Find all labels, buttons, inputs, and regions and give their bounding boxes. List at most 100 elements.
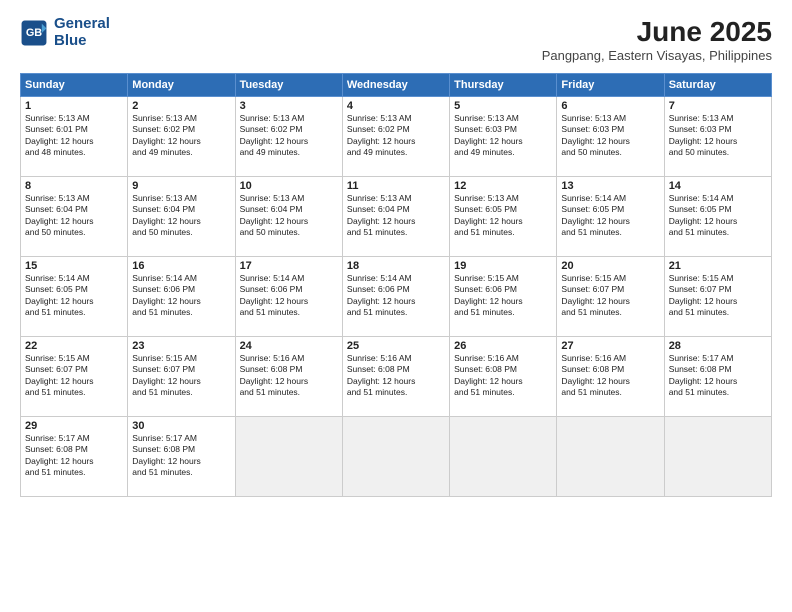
calendar-week-row: 15Sunrise: 5:14 AMSunset: 6:05 PMDayligh… [21,257,772,337]
cell-info: Sunrise: 5:13 AMSunset: 6:02 PMDaylight:… [240,113,338,159]
calendar-cell: 25Sunrise: 5:16 AMSunset: 6:08 PMDayligh… [342,337,449,417]
cell-info: Sunrise: 5:13 AMSunset: 6:04 PMDaylight:… [25,193,123,239]
calendar-cell: 14Sunrise: 5:14 AMSunset: 6:05 PMDayligh… [664,177,771,257]
cell-info: Sunrise: 5:16 AMSunset: 6:08 PMDaylight:… [240,353,338,399]
cell-info: Sunrise: 5:14 AMSunset: 6:05 PMDaylight:… [561,193,659,239]
calendar-day-header: Monday [128,74,235,97]
logo-text: General Blue [54,16,110,49]
calendar-cell: 21Sunrise: 5:15 AMSunset: 6:07 PMDayligh… [664,257,771,337]
day-number: 30 [132,420,230,432]
calendar-cell: 17Sunrise: 5:14 AMSunset: 6:06 PMDayligh… [235,257,342,337]
calendar-day-header: Wednesday [342,74,449,97]
cell-info: Sunrise: 5:13 AMSunset: 6:03 PMDaylight:… [561,113,659,159]
day-number: 25 [347,340,445,352]
cell-info: Sunrise: 5:15 AMSunset: 6:07 PMDaylight:… [561,273,659,319]
cell-info: Sunrise: 5:13 AMSunset: 6:04 PMDaylight:… [132,193,230,239]
cell-info: Sunrise: 5:17 AMSunset: 6:08 PMDaylight:… [132,433,230,479]
calendar-cell: 30Sunrise: 5:17 AMSunset: 6:08 PMDayligh… [128,417,235,497]
day-number: 19 [454,260,552,272]
cell-info: Sunrise: 5:15 AMSunset: 6:07 PMDaylight:… [132,353,230,399]
calendar-cell: 13Sunrise: 5:14 AMSunset: 6:05 PMDayligh… [557,177,664,257]
calendar-cell: 15Sunrise: 5:14 AMSunset: 6:05 PMDayligh… [21,257,128,337]
day-number: 23 [132,340,230,352]
calendar-cell: 28Sunrise: 5:17 AMSunset: 6:08 PMDayligh… [664,337,771,417]
logo-line1: General [54,16,110,33]
month-title: June 2025 [542,16,772,48]
day-number: 13 [561,180,659,192]
day-number: 16 [132,260,230,272]
cell-info: Sunrise: 5:13 AMSunset: 6:05 PMDaylight:… [454,193,552,239]
calendar-cell: 11Sunrise: 5:13 AMSunset: 6:04 PMDayligh… [342,177,449,257]
calendar-cell: 12Sunrise: 5:13 AMSunset: 6:05 PMDayligh… [450,177,557,257]
day-number: 28 [669,340,767,352]
calendar-cell: 16Sunrise: 5:14 AMSunset: 6:06 PMDayligh… [128,257,235,337]
cell-info: Sunrise: 5:14 AMSunset: 6:05 PMDaylight:… [25,273,123,319]
calendar-day-header: Saturday [664,74,771,97]
calendar-cell: 6Sunrise: 5:13 AMSunset: 6:03 PMDaylight… [557,97,664,177]
day-number: 18 [347,260,445,272]
location-title: Pangpang, Eastern Visayas, Philippines [542,48,772,63]
day-number: 3 [240,100,338,112]
calendar-cell: 27Sunrise: 5:16 AMSunset: 6:08 PMDayligh… [557,337,664,417]
svg-text:GB: GB [26,27,42,39]
day-number: 5 [454,100,552,112]
cell-info: Sunrise: 5:14 AMSunset: 6:06 PMDaylight:… [132,273,230,319]
day-number: 9 [132,180,230,192]
calendar-cell: 22Sunrise: 5:15 AMSunset: 6:07 PMDayligh… [21,337,128,417]
logo-line2: Blue [54,33,110,50]
calendar-cell [557,417,664,497]
day-number: 26 [454,340,552,352]
calendar-cell: 24Sunrise: 5:16 AMSunset: 6:08 PMDayligh… [235,337,342,417]
logo-icon: GB [20,19,48,47]
cell-info: Sunrise: 5:13 AMSunset: 6:04 PMDaylight:… [240,193,338,239]
calendar-cell: 5Sunrise: 5:13 AMSunset: 6:03 PMDaylight… [450,97,557,177]
cell-info: Sunrise: 5:15 AMSunset: 6:06 PMDaylight:… [454,273,552,319]
calendar-cell: 1Sunrise: 5:13 AMSunset: 6:01 PMDaylight… [21,97,128,177]
cell-info: Sunrise: 5:13 AMSunset: 6:03 PMDaylight:… [669,113,767,159]
calendar-day-header: Friday [557,74,664,97]
day-number: 12 [454,180,552,192]
calendar-cell: 23Sunrise: 5:15 AMSunset: 6:07 PMDayligh… [128,337,235,417]
day-number: 2 [132,100,230,112]
calendar-cell: 19Sunrise: 5:15 AMSunset: 6:06 PMDayligh… [450,257,557,337]
cell-info: Sunrise: 5:14 AMSunset: 6:06 PMDaylight:… [240,273,338,319]
page-header: GB General Blue June 2025 Pangpang, East… [20,16,772,63]
cell-info: Sunrise: 5:13 AMSunset: 6:02 PMDaylight:… [347,113,445,159]
day-number: 7 [669,100,767,112]
cell-info: Sunrise: 5:13 AMSunset: 6:02 PMDaylight:… [132,113,230,159]
cell-info: Sunrise: 5:14 AMSunset: 6:06 PMDaylight:… [347,273,445,319]
cell-info: Sunrise: 5:13 AMSunset: 6:01 PMDaylight:… [25,113,123,159]
day-number: 8 [25,180,123,192]
day-number: 11 [347,180,445,192]
cell-info: Sunrise: 5:15 AMSunset: 6:07 PMDaylight:… [669,273,767,319]
calendar-cell: 7Sunrise: 5:13 AMSunset: 6:03 PMDaylight… [664,97,771,177]
calendar-week-row: 8Sunrise: 5:13 AMSunset: 6:04 PMDaylight… [21,177,772,257]
cell-info: Sunrise: 5:17 AMSunset: 6:08 PMDaylight:… [669,353,767,399]
calendar-cell: 26Sunrise: 5:16 AMSunset: 6:08 PMDayligh… [450,337,557,417]
cell-info: Sunrise: 5:15 AMSunset: 6:07 PMDaylight:… [25,353,123,399]
calendar-cell: 18Sunrise: 5:14 AMSunset: 6:06 PMDayligh… [342,257,449,337]
day-number: 14 [669,180,767,192]
day-number: 6 [561,100,659,112]
cell-info: Sunrise: 5:14 AMSunset: 6:05 PMDaylight:… [669,193,767,239]
day-number: 20 [561,260,659,272]
calendar-table: SundayMondayTuesdayWednesdayThursdayFrid… [20,73,772,497]
calendar-cell [664,417,771,497]
day-number: 4 [347,100,445,112]
calendar-cell [450,417,557,497]
day-number: 22 [25,340,123,352]
calendar-day-header: Tuesday [235,74,342,97]
day-number: 27 [561,340,659,352]
calendar-header-row: SundayMondayTuesdayWednesdayThursdayFrid… [21,74,772,97]
calendar-cell: 4Sunrise: 5:13 AMSunset: 6:02 PMDaylight… [342,97,449,177]
calendar-cell: 10Sunrise: 5:13 AMSunset: 6:04 PMDayligh… [235,177,342,257]
day-number: 17 [240,260,338,272]
calendar-cell: 8Sunrise: 5:13 AMSunset: 6:04 PMDaylight… [21,177,128,257]
calendar-week-row: 1Sunrise: 5:13 AMSunset: 6:01 PMDaylight… [21,97,772,177]
cell-info: Sunrise: 5:13 AMSunset: 6:03 PMDaylight:… [454,113,552,159]
calendar-cell: 9Sunrise: 5:13 AMSunset: 6:04 PMDaylight… [128,177,235,257]
day-number: 29 [25,420,123,432]
calendar-week-row: 29 Sunrise: 5:17 AMSunset: 6:08 PMDayligh… [21,417,772,497]
calendar-cell: 29Sunrise: 5:17 AMSunset: 6:08 PMDayligh… [21,417,128,497]
calendar-cell [342,417,449,497]
